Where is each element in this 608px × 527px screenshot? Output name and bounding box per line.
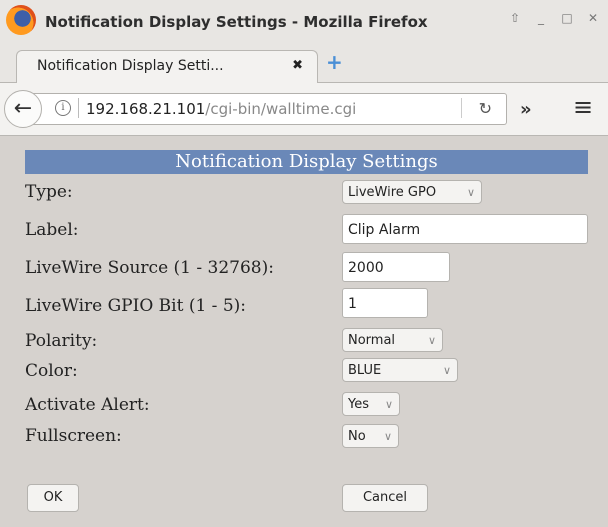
fullscreen-label: Fullscreen: xyxy=(25,426,122,446)
gpio-bit-input[interactable]: 1 xyxy=(342,288,428,318)
tab-label: Notification Display Setti... xyxy=(37,58,224,74)
ok-button[interactable]: OK xyxy=(27,484,79,512)
tab-notification-settings[interactable]: Notification Display Setti... ✖ xyxy=(16,50,318,83)
window-controls: ⇧ _ □ ✕ xyxy=(506,9,602,27)
type-select[interactable]: LiveWire GPO ∨ xyxy=(342,180,482,204)
fullscreen-select-value: No xyxy=(348,429,366,444)
color-label: Color: xyxy=(25,361,78,381)
chevron-down-icon: ∨ xyxy=(442,364,451,377)
url-path: /cgi-bin/walltime.cgi xyxy=(205,100,357,118)
tab-strip: Notification Display Setti... ✖ + xyxy=(0,44,608,83)
label-field-label: Label: xyxy=(25,220,79,240)
hamburger-menu-icon[interactable]: ≡ xyxy=(573,95,593,119)
cancel-button[interactable]: Cancel xyxy=(342,484,428,512)
polarity-select[interactable]: Normal ∨ xyxy=(342,328,443,352)
type-select-value: LiveWire GPO xyxy=(348,185,437,200)
close-window-icon[interactable]: ✕ xyxy=(584,9,602,27)
activate-alert-select-value: Yes xyxy=(348,397,369,412)
chevron-down-icon: ∨ xyxy=(427,334,436,347)
page-content: Notification Display Settings Type: Live… xyxy=(0,136,608,527)
reload-divider xyxy=(461,98,462,118)
source-input[interactable]: 2000 xyxy=(342,252,450,282)
source-label: LiveWire Source (1 - 32768): xyxy=(25,258,274,278)
fullscreen-select[interactable]: No ∨ xyxy=(342,424,399,448)
color-select[interactable]: BLUE ∨ xyxy=(342,358,458,382)
title-bar: Notification Display Settings - Mozilla … xyxy=(0,0,608,44)
type-label: Type: xyxy=(25,182,73,202)
reload-icon[interactable]: ↻ xyxy=(479,99,492,118)
polarity-select-value: Normal xyxy=(348,333,396,348)
form-header: Notification Display Settings xyxy=(25,150,588,174)
window-up-icon[interactable]: ⇧ xyxy=(506,9,524,27)
activate-alert-label: Activate Alert: xyxy=(25,395,150,415)
gpio-bit-label: LiveWire GPIO Bit (1 - 5): xyxy=(25,296,247,316)
polarity-label: Polarity: xyxy=(25,331,98,351)
url-host: 192.168.21.101 xyxy=(86,100,206,118)
back-arrow-icon[interactable]: ← xyxy=(4,90,42,128)
url-divider xyxy=(78,98,79,118)
url-bar[interactable]: i 192.168.21.101/cgi-bin/walltime.cgi ↻ xyxy=(24,93,507,125)
navigation-bar: i 192.168.21.101/cgi-bin/walltime.cgi ↻ … xyxy=(0,83,608,136)
tab-close-icon[interactable]: ✖ xyxy=(292,58,303,73)
activate-alert-select[interactable]: Yes ∨ xyxy=(342,392,400,416)
label-input[interactable]: Clip Alarm xyxy=(342,214,588,244)
color-select-value: BLUE xyxy=(348,363,382,378)
chevron-down-icon: ∨ xyxy=(383,430,392,443)
chevron-down-icon: ∨ xyxy=(384,398,393,411)
overflow-chevrons-icon[interactable]: » xyxy=(520,99,532,120)
maximize-icon[interactable]: □ xyxy=(558,9,576,27)
url-text[interactable]: 192.168.21.101/cgi-bin/walltime.cgi xyxy=(86,100,356,118)
firefox-logo-icon xyxy=(6,5,36,35)
window-title: Notification Display Settings - Mozilla … xyxy=(45,13,428,31)
new-tab-plus-icon[interactable]: + xyxy=(326,52,343,72)
minimize-icon[interactable]: _ xyxy=(532,9,550,27)
chevron-down-icon: ∨ xyxy=(466,186,475,199)
info-icon[interactable]: i xyxy=(55,100,71,116)
